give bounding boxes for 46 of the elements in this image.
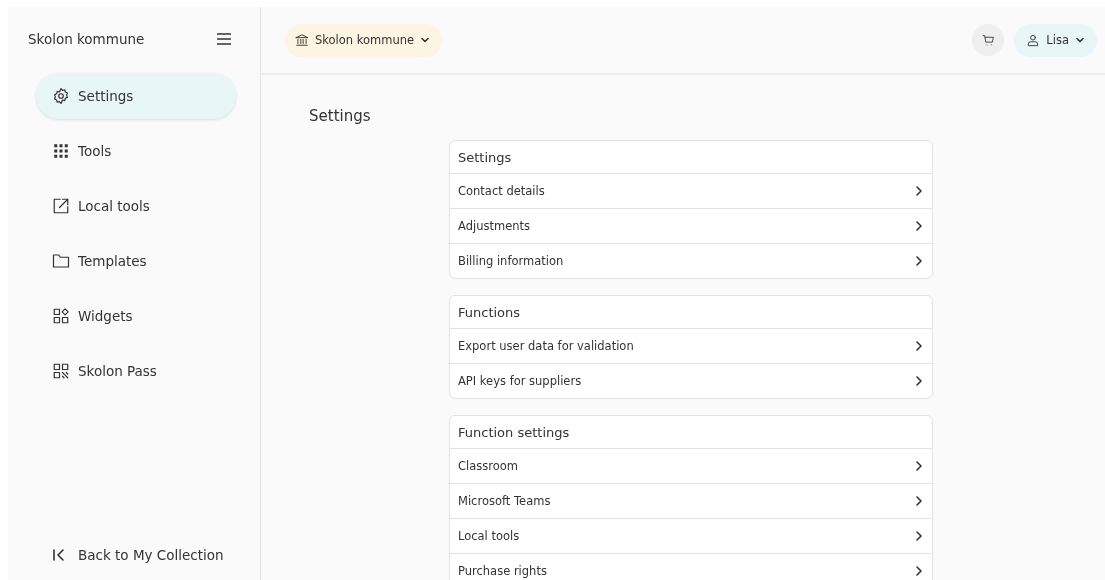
menu-button[interactable] [214,31,234,47]
chevron-down-icon [1075,35,1085,45]
settings-row[interactable]: Purchase rights [450,554,932,580]
chevron-right-icon [914,495,924,507]
settings-row[interactable]: Billing information [450,244,932,278]
chevron-right-icon [914,340,924,352]
nav-item[interactable]: Tools [36,128,236,174]
chevron-down-icon [420,35,431,45]
widgets-icon [52,307,70,325]
bank-icon [295,33,309,47]
chevron-right-icon [914,255,924,267]
organization-dropdown[interactable]: Skolon kommune [285,23,443,57]
nav-item[interactable]: Widgets [36,293,236,339]
gear-icon [52,87,70,105]
grid-icon [52,142,70,160]
settings-row[interactable]: Adjustments [450,209,932,244]
folder-icon [52,252,70,270]
section-title: Settings [450,141,932,174]
cart-icon [981,33,995,47]
organization-name: Skolon kommune [28,31,145,47]
settings-row[interactable]: Local tools [450,519,932,554]
back-link[interactable]: Back to My Collection [52,547,236,563]
user-menu-button[interactable]: Lisa [1014,23,1097,57]
nav-item[interactable]: Templates [36,238,236,284]
settings-row[interactable]: Contact details [450,174,932,209]
nav-item[interactable]: Settings [36,73,236,119]
settings-row[interactable]: Export user data for validation [450,329,932,364]
chevron-right-icon [914,375,924,387]
chevron-right-icon [914,460,924,472]
external-link-icon [52,197,70,215]
chevron-right-icon [914,185,924,197]
cart-button[interactable] [972,24,1005,56]
chevron-right-icon [914,220,924,232]
settings-row[interactable]: Microsoft Teams [450,484,932,519]
nav-item[interactable]: Skolon Pass [36,348,236,394]
settings-row[interactable]: API keys for suppliers [450,364,932,398]
page-title: Settings [309,107,372,125]
chevron-right-icon [914,565,924,577]
collapse-left-icon [52,548,66,562]
section-title: Functions [450,296,932,329]
settings-row[interactable]: Classroom [450,449,932,484]
person-icon [1026,33,1041,47]
qr-code-icon [52,362,70,380]
section-title: Function settings [450,416,932,449]
nav-item[interactable]: Local tools [36,183,236,229]
chevron-right-icon [914,530,924,542]
